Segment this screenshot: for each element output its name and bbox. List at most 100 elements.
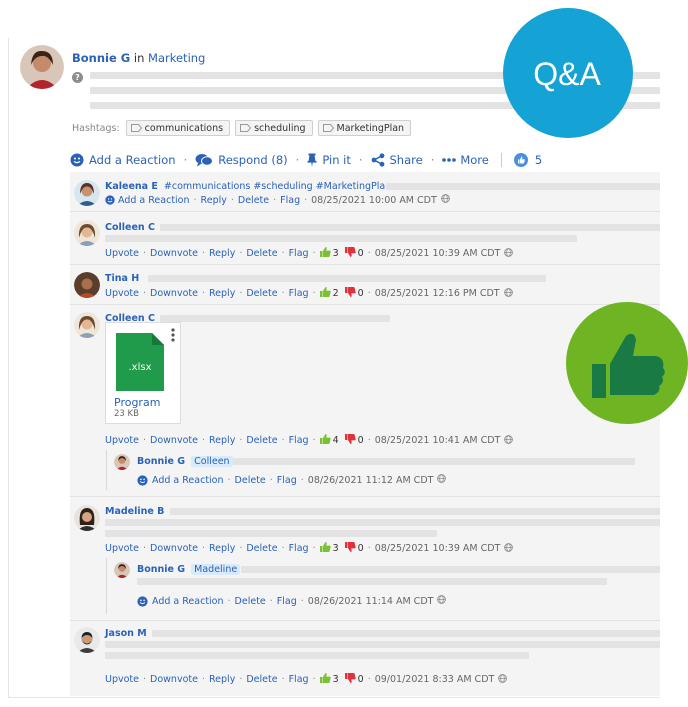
thumbs-up-icon[interactable] (319, 287, 331, 300)
reply-author[interactable]: Tina H (105, 273, 139, 284)
upvote-link[interactable]: Upvote (105, 435, 139, 446)
reply-author[interactable]: Madeline B (105, 506, 164, 517)
add-reaction-link[interactable]: Add a Reaction (118, 195, 190, 206)
avatar[interactable] (74, 180, 100, 206)
file-name[interactable]: Program (114, 396, 160, 409)
reply-link[interactable]: Reply (209, 674, 235, 685)
reply-body-placeholder (233, 458, 635, 465)
delete-link[interactable]: Delete (246, 543, 277, 554)
reply-hashtags[interactable]: #communications #scheduling #MarketingPl… (164, 181, 391, 192)
reply-author[interactable]: Jason M (105, 628, 147, 639)
add-reaction-link[interactable]: Add a Reaction (152, 475, 224, 486)
delete-link[interactable]: Delete (246, 435, 277, 446)
reply-link[interactable]: Reply (209, 543, 235, 554)
downvote-count: 0 (357, 543, 364, 554)
flag-link[interactable]: Flag (289, 248, 309, 259)
reaction-count-button[interactable]: 5 (513, 153, 542, 167)
downvote-link[interactable]: Downvote (150, 435, 198, 446)
separator: · (312, 543, 316, 554)
respond-button[interactable]: Respond (8) (195, 153, 288, 167)
flag-link[interactable]: Flag (289, 674, 309, 685)
thumbs-up-icon[interactable] (319, 434, 331, 447)
smiley-icon[interactable] (137, 595, 148, 607)
post-toolbar: Add a Reaction · Respond (8) · Pin it · … (70, 153, 542, 167)
downvote-link[interactable]: Downvote (150, 248, 198, 259)
upvote-link[interactable]: Upvote (105, 543, 139, 554)
reply-author[interactable]: Kaleena E (105, 181, 158, 192)
nested-reply-actions: Add a Reaction · Delete · Flag · 08/26/2021… (137, 474, 447, 486)
reply-body-placeholder (105, 530, 437, 537)
upvote-count: 4 (332, 435, 339, 446)
separator: · (367, 543, 371, 554)
avatar[interactable] (74, 272, 100, 298)
avatar[interactable] (114, 454, 130, 470)
reply-actions: Upvote · Downvote · Reply · Delete · Flag · 3… (105, 673, 508, 686)
flag-link[interactable]: Flag (277, 475, 297, 486)
add-reaction-button[interactable]: Add a Reaction (70, 153, 176, 167)
reply-link[interactable]: Reply (201, 195, 227, 206)
thumbs-up-icon[interactable] (319, 247, 331, 260)
flag-link[interactable]: Flag (289, 543, 309, 554)
reply-author[interactable]: Colleen C (105, 222, 155, 233)
thumbs-down-icon[interactable] (344, 287, 356, 300)
thumbs-up-icon[interactable] (319, 673, 331, 686)
avatar[interactable] (74, 312, 100, 338)
flag-link[interactable]: Flag (280, 195, 300, 206)
reply-link[interactable]: Reply (209, 288, 235, 299)
thumbs-up-icon[interactable] (319, 542, 331, 555)
separator: · (143, 543, 147, 554)
file-attachment[interactable]: .xlsx Program 23 KB (105, 322, 181, 424)
add-reaction-link[interactable]: Add a Reaction (152, 596, 224, 607)
flag-link[interactable]: Flag (289, 288, 309, 299)
delete-link[interactable]: Delete (235, 475, 266, 486)
thumbs-down-icon[interactable] (344, 247, 356, 260)
nested-author[interactable]: Bonnie G (137, 456, 185, 467)
upvote-link[interactable]: Upvote (105, 288, 139, 299)
upvote-link[interactable]: Upvote (105, 674, 139, 685)
separator: · (281, 288, 285, 299)
help-icon[interactable]: ? (72, 72, 83, 83)
downvote-link[interactable]: Downvote (150, 674, 198, 685)
flag-link[interactable]: Flag (277, 596, 297, 607)
thumbs-down-icon[interactable] (344, 673, 356, 686)
separator: · (227, 595, 231, 607)
avatar[interactable] (74, 220, 100, 246)
post-group[interactable]: Marketing (148, 51, 205, 65)
avatar[interactable] (114, 562, 130, 578)
hashtag-chip[interactable]: communications (125, 120, 231, 136)
separator: · (201, 435, 205, 446)
upvote-link[interactable]: Upvote (105, 248, 139, 259)
delete-link[interactable]: Delete (235, 596, 266, 607)
downvote-link[interactable]: Downvote (150, 288, 198, 299)
flag-link[interactable]: Flag (289, 435, 309, 446)
hashtag-chip[interactable]: MarketingPlan (317, 120, 412, 136)
mention-chip[interactable]: Colleen (191, 456, 233, 467)
smiley-icon[interactable] (105, 195, 115, 205)
delete-link[interactable]: Delete (246, 288, 277, 299)
reply-body-placeholder (160, 224, 660, 231)
mention-chip[interactable]: Madeline (191, 564, 241, 575)
more-button[interactable]: More (442, 153, 489, 167)
avatar[interactable] (20, 45, 64, 89)
reply-link[interactable]: Reply (209, 435, 235, 446)
share-button[interactable]: Share (371, 153, 423, 167)
globe-icon (498, 673, 508, 686)
delete-link[interactable]: Delete (238, 195, 269, 206)
reply-link[interactable]: Reply (209, 248, 235, 259)
avatar[interactable] (74, 505, 100, 531)
post-author[interactable]: Bonnie G (72, 51, 130, 65)
thumbs-down-icon[interactable] (344, 434, 356, 447)
nested-author[interactable]: Bonnie G (137, 564, 185, 575)
more-vertical-icon[interactable] (171, 328, 175, 342)
thumbs-down-icon[interactable] (344, 542, 356, 555)
separator: · (239, 674, 243, 685)
hashtag-chip[interactable]: scheduling (235, 120, 313, 136)
delete-link[interactable]: Delete (246, 248, 277, 259)
separator: · (300, 474, 304, 486)
globe-icon (437, 595, 447, 607)
pin-button[interactable]: Pin it (307, 153, 351, 167)
smiley-icon[interactable] (137, 474, 148, 486)
delete-link[interactable]: Delete (246, 674, 277, 685)
avatar[interactable] (74, 627, 100, 653)
downvote-link[interactable]: Downvote (150, 543, 198, 554)
